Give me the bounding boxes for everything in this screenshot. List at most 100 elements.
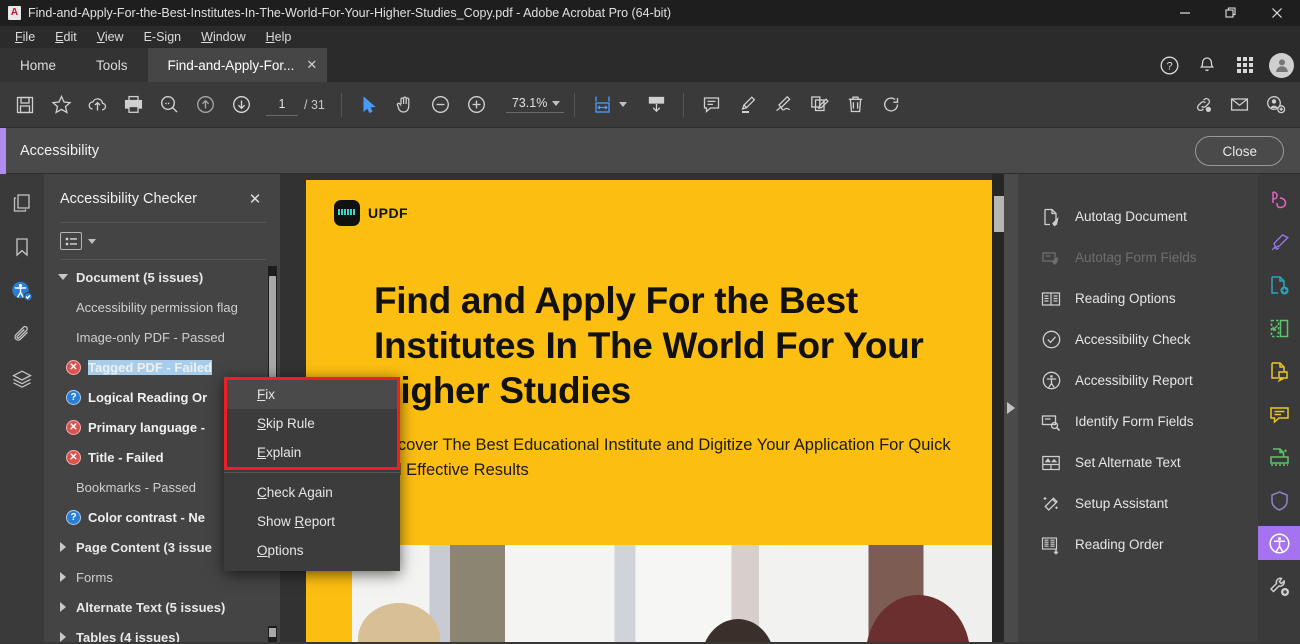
menu-help[interactable]: Help — [257, 28, 301, 46]
tab-document[interactable]: Find-and-Apply-For... ✕ — [147, 48, 328, 82]
context-menu-item-skip-rule[interactable]: Skip Rule — [224, 409, 400, 438]
menu-esign[interactable]: E-Sign — [135, 28, 191, 46]
comment-icon[interactable] — [1262, 397, 1296, 431]
expand-chevron-icon[interactable] — [50, 542, 76, 552]
expand-chevron-icon[interactable] — [50, 572, 76, 582]
tab-document-label: Find-and-Apply-For... — [167, 57, 295, 73]
tool-set-alternate-text[interactable]: Set Alternate Text — [1018, 442, 1258, 483]
context-menu-item-check-again[interactable]: Check Again — [224, 478, 400, 507]
request-signature-icon[interactable] — [802, 88, 836, 122]
tool-reading-order[interactable]: Reading Order — [1018, 524, 1258, 565]
help-icon[interactable]: ? — [1155, 51, 1183, 79]
rotate-icon[interactable] — [874, 88, 908, 122]
tool-label: Identify Form Fields — [1075, 414, 1194, 429]
checker-options-chevron-icon[interactable] — [88, 238, 96, 244]
context-menu-item-fix[interactable]: Fix — [224, 380, 400, 409]
search-icon[interactable] — [152, 88, 186, 122]
comment-icon[interactable] — [694, 88, 728, 122]
context-menu[interactable]: Fix Skip Rule Explain Check Again Show R… — [224, 377, 400, 571]
tree-node-alternate-text[interactable]: Alternate Text (5 issues) — [44, 592, 280, 622]
bookmarks-icon[interactable] — [7, 232, 37, 262]
context-menu-item-explain[interactable]: Explain — [224, 438, 400, 467]
restore-button[interactable] — [1208, 0, 1254, 26]
zoom-control[interactable]: 73.1% — [505, 96, 565, 113]
checker-header: Accessibility Checker ✕ — [44, 174, 280, 210]
user-avatar[interactable] — [1269, 52, 1294, 78]
tool-autotag-document[interactable]: Autotag Document — [1018, 196, 1258, 237]
next-page-icon[interactable] — [224, 88, 258, 122]
menu-view[interactable]: View — [88, 28, 133, 46]
tool-setup-assistant[interactable]: Setup Assistant — [1018, 483, 1258, 524]
download-icon[interactable] — [639, 88, 673, 122]
star-icon[interactable] — [44, 88, 78, 122]
add-user-icon[interactable] — [1258, 88, 1292, 122]
tool-autotag-form-fields[interactable]: Autotag Form Fields — [1018, 237, 1258, 278]
close-accessibility-button[interactable]: Close — [1195, 136, 1284, 166]
zoom-in-icon[interactable] — [460, 88, 494, 122]
save-icon[interactable] — [8, 88, 42, 122]
context-menu-item-show-report[interactable]: Show Report — [224, 507, 400, 536]
expand-chevron-icon[interactable] — [50, 632, 76, 642]
fit-page-icon[interactable] — [585, 88, 619, 122]
delete-icon[interactable] — [838, 88, 872, 122]
edit-pdf-icon[interactable] — [1262, 225, 1296, 259]
zoom-out-icon[interactable] — [424, 88, 458, 122]
tab-home[interactable]: Home — [0, 48, 77, 82]
checker-scrollbar-lower[interactable] — [268, 626, 277, 642]
page-number-input[interactable] — [266, 93, 298, 116]
more-tools-icon[interactable] — [1262, 569, 1296, 603]
cloud-upload-icon[interactable] — [80, 88, 114, 122]
context-menu-item-options[interactable]: Options — [224, 536, 400, 565]
tab-close-icon[interactable]: ✕ — [306, 57, 317, 73]
expand-chevron-icon[interactable] — [50, 602, 76, 612]
tree-node-document[interactable]: Document (5 issues) — [44, 262, 280, 292]
attachments-icon[interactable] — [7, 320, 37, 350]
hand-tool-icon[interactable] — [388, 88, 422, 122]
accessibility-toolbar: Accessibility Close — [0, 127, 1300, 174]
tree-node-accessibility-permission-flag[interactable]: Accessibility permission flag — [44, 292, 280, 322]
app-switcher-icon[interactable] — [1231, 51, 1259, 79]
notifications-bell-icon[interactable] — [1193, 51, 1221, 79]
layers-icon[interactable] — [7, 364, 37, 394]
export-pdf-icon[interactable] — [1262, 182, 1296, 216]
tool-accessibility-report[interactable]: Accessibility Report — [1018, 360, 1258, 401]
accessibility-icon[interactable] — [1258, 526, 1300, 560]
close-window-button[interactable] — [1254, 0, 1300, 26]
tab-tools[interactable]: Tools — [76, 48, 148, 82]
select-tool-icon[interactable] — [352, 88, 386, 122]
highlight-icon[interactable] — [730, 88, 764, 122]
accessibility-icon[interactable] — [7, 276, 37, 306]
tool-identify-form-fields[interactable]: Identify Form Fields — [1018, 401, 1258, 442]
document-scrollbar-thumb[interactable] — [994, 196, 1004, 232]
menu-window[interactable]: Window — [192, 28, 254, 46]
previous-page-icon[interactable] — [188, 88, 222, 122]
menu-edit[interactable]: Edit — [46, 28, 86, 46]
tree-node-tables[interactable]: Tables (4 issues) — [44, 622, 280, 642]
document-heading: Find and Apply For the Best Institutes I… — [374, 280, 924, 412]
checker-scrollbar-lower-thumb[interactable] — [269, 628, 276, 637]
sign-icon[interactable] — [766, 88, 800, 122]
page-thumbnails-icon[interactable] — [7, 188, 37, 218]
chevron-down-icon[interactable] — [552, 100, 561, 106]
expand-chevron-icon[interactable] — [50, 274, 76, 280]
tool-reading-options[interactable]: Reading Options — [1018, 278, 1258, 319]
create-pdf-icon[interactable] — [1262, 268, 1296, 302]
status-fail-icon: ✕ — [66, 359, 81, 375]
tool-accessibility-check[interactable]: Accessibility Check — [1018, 319, 1258, 360]
protect-icon[interactable] — [1262, 483, 1296, 517]
close-icon[interactable]: ✕ — [244, 188, 266, 210]
minimize-button[interactable] — [1162, 0, 1208, 26]
collapse-panel-button[interactable] — [1004, 174, 1018, 642]
list-view-icon[interactable] — [60, 232, 82, 250]
print-icon[interactable] — [116, 88, 150, 122]
fit-page-chevron-icon[interactable] — [619, 102, 628, 107]
organize-pages-icon[interactable] — [1262, 311, 1296, 345]
share-link-icon[interactable] — [1186, 88, 1220, 122]
menu-file[interactable]: File — [6, 28, 44, 46]
scan-ocr-icon[interactable] — [1262, 440, 1296, 474]
email-icon[interactable] — [1222, 88, 1256, 122]
fill-sign-icon[interactable] — [1262, 354, 1296, 388]
tree-node-image-only-pdf[interactable]: Image-only PDF - Passed — [44, 322, 280, 352]
updf-mark-icon — [334, 200, 360, 226]
acrobat-window: Find-and-Apply-For-the-Best-Institutes-I… — [0, 0, 1300, 644]
